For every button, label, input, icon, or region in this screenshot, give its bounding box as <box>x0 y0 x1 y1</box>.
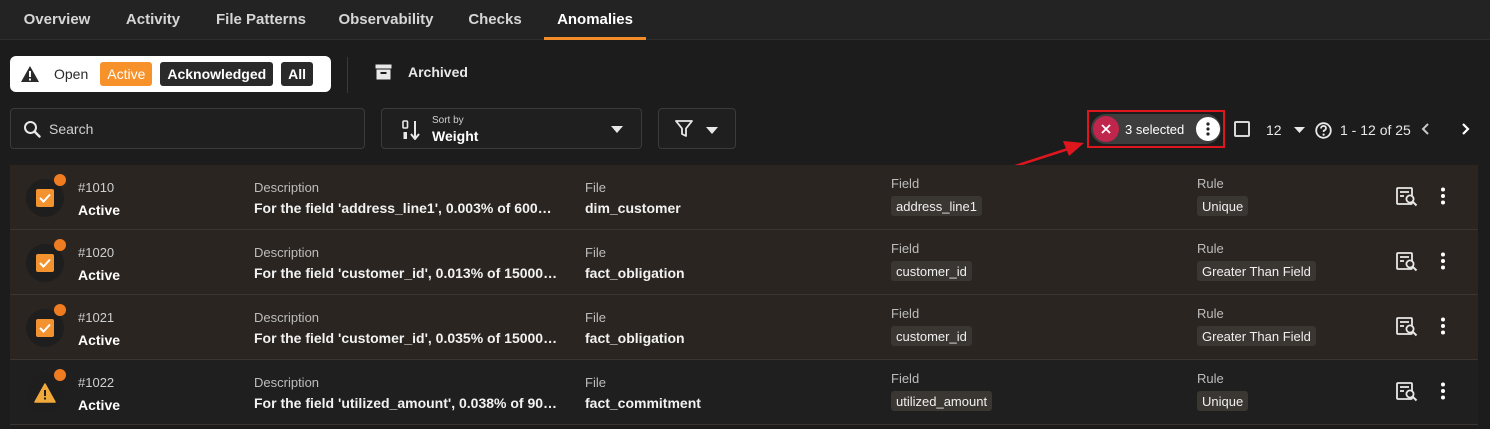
warning-icon <box>34 383 56 403</box>
tab-overview[interactable]: Overview <box>14 0 100 40</box>
table-row[interactable]: #1010 Active Description For the field '… <box>10 165 1478 230</box>
anomaly-id[interactable]: #1020 <box>78 245 114 260</box>
description-value: For the field 'customer_id', 0.013% of 1… <box>254 265 559 281</box>
anomaly-status: Active <box>78 202 121 218</box>
chevron-down-icon <box>611 126 623 133</box>
field-label: Field <box>891 371 920 386</box>
anomaly-id[interactable]: #1010 <box>78 180 114 195</box>
checkbox-checked-icon <box>36 254 54 272</box>
search-box <box>10 108 365 149</box>
anomaly-status: Active <box>78 267 121 283</box>
file-label: File <box>585 310 606 325</box>
rule-tag: Greater Than Field <box>1197 326 1316 346</box>
file-value: fact_commitment <box>585 395 701 411</box>
description-value: For the field 'utilized_amount', 0.038% … <box>254 395 559 411</box>
description-value: For the field 'customer_id', 0.035% of 1… <box>254 330 559 346</box>
chevron-down-icon[interactable] <box>1294 127 1305 133</box>
inspect-icon[interactable] <box>1396 382 1418 402</box>
table-row[interactable]: #1020 Active Description For the field '… <box>10 230 1478 295</box>
tab-file-patterns[interactable]: File Patterns <box>209 0 313 40</box>
file-label: File <box>585 375 606 390</box>
archived-label: Archived <box>408 64 468 80</box>
chevron-down-icon <box>706 127 718 134</box>
rule-label: Rule <box>1197 176 1224 191</box>
description-label: Description <box>254 180 320 195</box>
search-icon <box>24 120 41 138</box>
checkbox-checked-icon <box>36 319 54 337</box>
tab-observability[interactable]: Observability <box>333 0 439 40</box>
filter-button[interactable] <box>658 108 736 149</box>
description-label: Description <box>254 375 320 390</box>
rule-label: Rule <box>1197 241 1224 256</box>
anomaly-id[interactable]: #1022 <box>78 375 114 390</box>
selection-highlight-box <box>1087 110 1225 148</box>
more-vertical-icon[interactable] <box>1441 382 1445 400</box>
new-indicator-dot <box>54 369 66 381</box>
table-row[interactable]: #1022 Active Description For the field '… <box>10 360 1478 425</box>
status-filter-group: Open Active Acknowledged All <box>10 56 331 92</box>
status-all-chip[interactable]: All <box>281 62 314 86</box>
per-page-select[interactable]: 12 <box>1266 122 1282 138</box>
new-indicator-dot <box>54 239 66 251</box>
file-value: fact_obligation <box>585 265 685 281</box>
chevron-left-icon[interactable] <box>1418 121 1434 137</box>
sort-icon <box>402 120 420 140</box>
help-icon[interactable] <box>1315 122 1332 139</box>
field-tag: utilized_amount <box>891 391 993 411</box>
anomaly-status: Active <box>78 397 121 413</box>
tab-bar: Overview Activity File Patterns Observab… <box>0 0 1490 40</box>
field-label: Field <box>891 306 920 321</box>
table-row[interactable]: #1021 Active Description For the field '… <box>10 295 1478 360</box>
rule-tag: Unique <box>1197 391 1249 411</box>
filter-icon <box>675 120 693 137</box>
rule-tag: Greater Than Field <box>1197 261 1316 281</box>
inspect-icon[interactable] <box>1396 187 1418 207</box>
select-all-checkbox[interactable] <box>1234 121 1250 137</box>
pagination-range: 1 - 12 of 25 <box>1340 122 1411 138</box>
sort-by-select[interactable]: Sort by Weight <box>381 108 642 149</box>
file-label: File <box>585 180 606 195</box>
anomaly-list: #1010 Active Description For the field '… <box>10 165 1478 425</box>
anomaly-status: Active <box>78 332 121 348</box>
filter-divider <box>347 57 348 93</box>
tab-activity[interactable]: Activity <box>118 0 188 40</box>
field-tag: address_line1 <box>891 196 982 216</box>
field-label: Field <box>891 241 920 256</box>
sort-by-value: Weight <box>432 128 479 144</box>
description-label: Description <box>254 245 320 260</box>
new-indicator-dot <box>54 174 66 186</box>
chevron-right-icon[interactable] <box>1457 121 1473 137</box>
sort-by-label: Sort by <box>432 115 464 126</box>
archived-button[interactable]: Archived <box>375 64 468 80</box>
description-value: For the field 'address_line1', 0.003% of… <box>254 200 559 216</box>
tab-anomalies[interactable]: Anomalies <box>544 0 646 40</box>
more-vertical-icon[interactable] <box>1441 317 1445 335</box>
rule-label: Rule <box>1197 306 1224 321</box>
description-label: Description <box>254 310 320 325</box>
status-open-label[interactable]: Open <box>54 66 88 82</box>
warning-icon <box>21 66 39 82</box>
field-tag: customer_id <box>891 261 972 281</box>
more-vertical-icon[interactable] <box>1441 252 1445 270</box>
status-active-chip[interactable]: Active <box>100 62 153 86</box>
field-tag: customer_id <box>891 326 972 346</box>
rule-label: Rule <box>1197 371 1224 386</box>
search-input[interactable] <box>49 120 349 137</box>
inspect-icon[interactable] <box>1396 317 1418 337</box>
file-value: dim_customer <box>585 200 681 216</box>
checkbox-checked-icon <box>36 189 54 207</box>
status-acknowledged-chip[interactable]: Acknowledged <box>160 62 274 86</box>
archive-icon <box>375 64 392 80</box>
field-label: Field <box>891 176 920 191</box>
new-indicator-dot <box>54 304 66 316</box>
rule-tag: Unique <box>1197 196 1249 216</box>
more-vertical-icon[interactable] <box>1441 187 1445 205</box>
file-value: fact_obligation <box>585 330 685 346</box>
tab-checks[interactable]: Checks <box>462 0 528 40</box>
file-label: File <box>585 245 606 260</box>
anomaly-id[interactable]: #1021 <box>78 310 114 325</box>
inspect-icon[interactable] <box>1396 252 1418 272</box>
